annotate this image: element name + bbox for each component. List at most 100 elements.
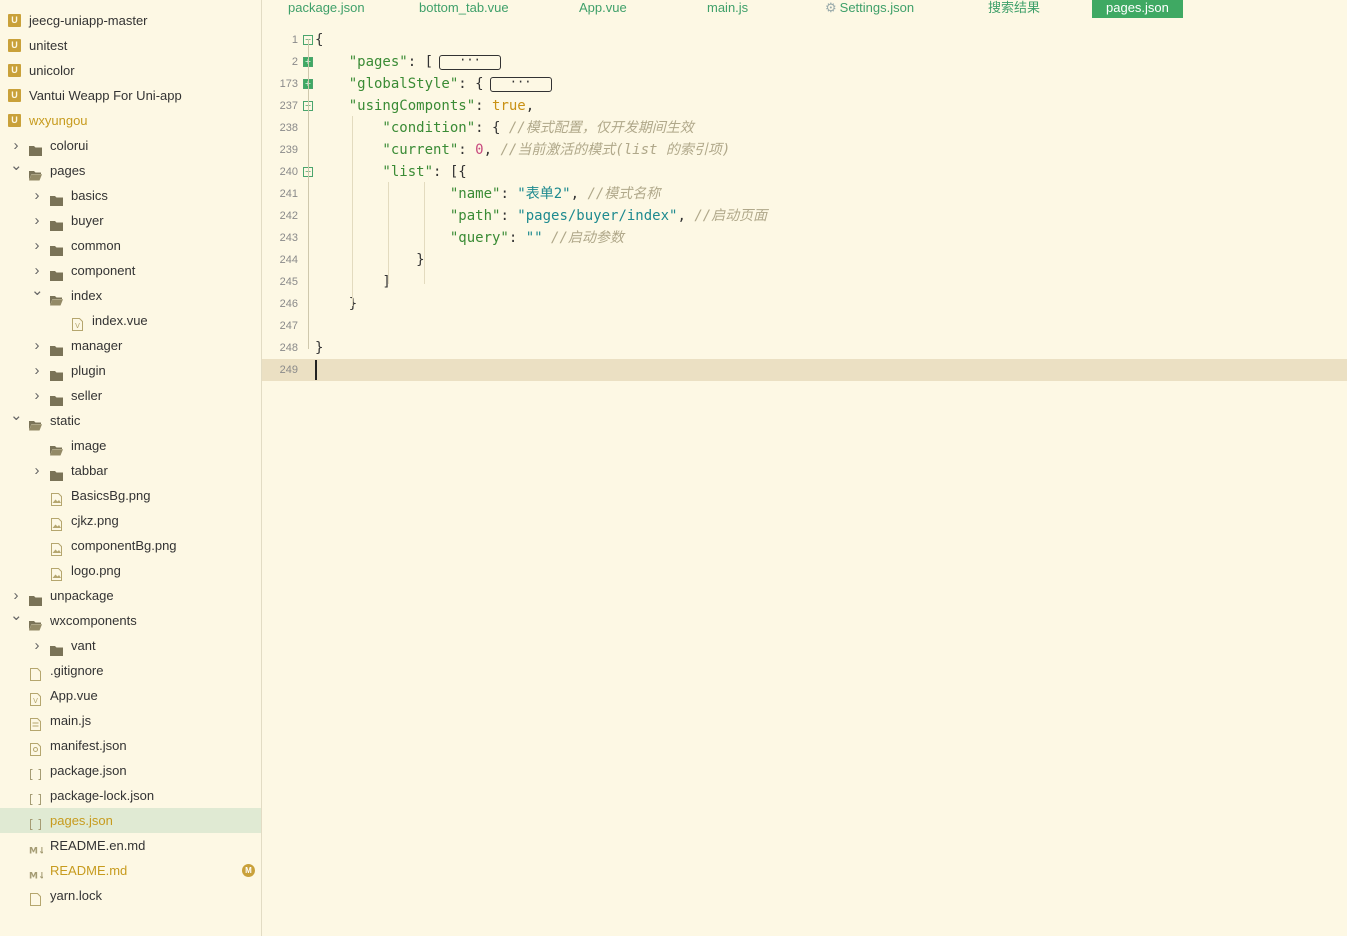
code-line[interactable]: 247 xyxy=(262,315,1347,337)
tree-item-manifest-json[interactable]: manifest.json xyxy=(0,733,261,758)
svg-text:V: V xyxy=(33,697,38,705)
tab-app-vue[interactable]: App.vue xyxy=(579,0,627,18)
tab-search-results[interactable]: 搜索结果 xyxy=(988,0,1040,18)
tree-item-unpackage[interactable]: › unpackage xyxy=(0,583,261,608)
tree-item-common[interactable]: › common xyxy=(0,233,261,258)
tree-item-componentbg-png[interactable]: componentBg.png xyxy=(0,533,261,558)
tree-item-gitignore[interactable]: .gitignore xyxy=(0,658,261,683)
tree-item-label: cjkz.png xyxy=(71,513,119,528)
chevron-right-icon[interactable]: › xyxy=(31,633,43,658)
code-line[interactable]: 173 + "globalStyle": {··· xyxy=(262,73,1347,95)
tree-item-vantui-weapp-for-uni-app[interactable]: U Vantui Weapp For Uni-app xyxy=(0,83,261,108)
tree-item-index-vue[interactable]: Vindex.vue xyxy=(0,308,261,333)
tree-item-logo-png[interactable]: logo.png xyxy=(0,558,261,583)
chevron-right-icon[interactable]: › xyxy=(31,458,43,483)
chevron-right-icon[interactable]: › xyxy=(31,258,43,283)
tree-item-label: main.js xyxy=(50,713,92,728)
tree-item-seller[interactable]: › seller xyxy=(0,383,261,408)
code-line[interactable]: 249 xyxy=(262,359,1347,381)
tree-item-cjkz-png[interactable]: cjkz.png xyxy=(0,508,261,533)
text-caret xyxy=(315,360,317,380)
code-token: : xyxy=(458,142,476,158)
tree-item-index[interactable]: ⌄ index xyxy=(0,283,261,308)
tree-item-label: manifest.json xyxy=(50,738,127,753)
code-token: , xyxy=(677,208,695,224)
chevron-right-icon[interactable]: › xyxy=(31,333,43,358)
chevron-right-icon[interactable]: › xyxy=(31,233,43,258)
collapsed-region-button[interactable]: ··· xyxy=(489,76,552,92)
tree-item-image[interactable]: image xyxy=(0,433,261,458)
code-line[interactable]: 238 "condition": { //模式配置，仅开发期间生效 xyxy=(262,117,1347,139)
chevron-right-icon[interactable]: › xyxy=(10,133,22,158)
code-editor[interactable]: 1−{2 + "pages": [··· 173 + "globalStyle": {… xyxy=(262,28,1347,936)
svg-text:M↓: M↓ xyxy=(29,847,43,857)
code-line[interactable]: 237− "usingComponts": true, xyxy=(262,95,1347,117)
tree-item-component[interactable]: › component xyxy=(0,258,261,283)
code-token: "usingComponts" xyxy=(315,98,476,114)
tree-item-unicolor[interactable]: Uunicolor xyxy=(0,58,261,83)
tree-item-pages-json[interactable]: pages.json xyxy=(0,808,261,833)
chevron-down-icon[interactable]: ⌄ xyxy=(31,283,44,308)
tree-item-basicsbg-png[interactable]: BasicsBg.png xyxy=(0,483,261,508)
tab-bottom-tab-vue[interactable]: bottom_tab.vue xyxy=(419,0,509,18)
code-line[interactable]: 246 } xyxy=(262,293,1347,315)
tree-item-wxyungou[interactable]: Uwxyungou xyxy=(0,108,261,133)
chevron-down-icon[interactable]: ⌄ xyxy=(10,408,23,433)
folder-open-icon xyxy=(50,289,63,306)
code-line[interactable]: 2 + "pages": [··· xyxy=(262,51,1347,73)
tree-item-label: wxcomponents xyxy=(50,613,137,628)
tree-item-jeecg-uniapp-master[interactable]: Ujeecg-uniapp-master xyxy=(0,8,261,33)
code-line[interactable]: 1−{ xyxy=(262,29,1347,51)
tree-item-tabbar[interactable]: › tabbar xyxy=(0,458,261,483)
tree-item-static[interactable]: ⌄ static xyxy=(0,408,261,433)
tab-label: Settings.json xyxy=(839,0,915,15)
line-number: 237 xyxy=(279,100,298,112)
tree-item-readme-en-md[interactable]: M↓ README.en.md xyxy=(0,833,261,858)
tree-item-unitest[interactable]: Uunitest xyxy=(0,33,261,58)
tree-item-app-vue[interactable]: V App.vue xyxy=(0,683,261,708)
tree-item-package-json[interactable]: package.json xyxy=(0,758,261,783)
line-number: 243 xyxy=(279,232,298,244)
folder-icon xyxy=(50,339,63,356)
tree-item-manager[interactable]: › manager xyxy=(0,333,261,358)
tree-item-plugin[interactable]: › plugin xyxy=(0,358,261,383)
tab-package-json[interactable]: package.json xyxy=(288,0,365,18)
chevron-right-icon[interactable]: › xyxy=(31,208,43,233)
tab-settings-json[interactable]: ⚙ Settings.json xyxy=(825,0,914,18)
chevron-right-icon[interactable]: › xyxy=(10,583,22,608)
code-token: } xyxy=(315,340,324,356)
chevron-down-icon[interactable]: ⌄ xyxy=(10,158,23,183)
chevron-right-icon[interactable]: › xyxy=(31,383,43,408)
tree-item-pages[interactable]: ⌄ pages xyxy=(0,158,261,183)
code-token: "表单2" xyxy=(517,186,571,202)
code-line[interactable]: 248} xyxy=(262,337,1347,359)
folder-open-icon xyxy=(50,439,63,456)
tree-item-wxcomponents[interactable]: ⌄ wxcomponents xyxy=(0,608,261,633)
line-number: 239 xyxy=(279,144,298,156)
tree-item-colorui[interactable]: › colorui xyxy=(0,133,261,158)
tree-item-label: logo.png xyxy=(71,563,121,578)
tab-pages-json[interactable]: pages.json xyxy=(1092,0,1183,18)
indent-guide xyxy=(424,182,425,284)
chevron-right-icon[interactable]: › xyxy=(31,183,43,208)
code-token: "list" xyxy=(315,164,434,180)
manifest-file-icon xyxy=(29,739,42,756)
tree-item-vant[interactable]: › vant xyxy=(0,633,261,658)
code-line[interactable]: 239 "current": 0, //当前激活的模式(list 的索引项) xyxy=(262,139,1347,161)
tree-item-label: index xyxy=(71,288,103,303)
tree-item-package-lock-json[interactable]: package-lock.json xyxy=(0,783,261,808)
tree-item-main-js[interactable]: main.js xyxy=(0,708,261,733)
tree-item-yarn-lock[interactable]: yarn.lock xyxy=(0,883,261,908)
tree-item-readme-md[interactable]: M↓ README.md M xyxy=(0,858,261,883)
code-token: //模式名称 xyxy=(587,186,661,202)
chevron-down-icon[interactable]: ⌄ xyxy=(10,608,23,633)
code-token: } xyxy=(315,252,425,268)
code-token: "name" xyxy=(315,186,501,202)
chevron-right-icon[interactable]: › xyxy=(31,358,43,383)
tree-item-buyer[interactable]: › buyer xyxy=(0,208,261,233)
tree-item-basics[interactable]: › basics xyxy=(0,183,261,208)
code-line[interactable]: 240− "list": [{ xyxy=(262,161,1347,183)
collapsed-region-button[interactable]: ··· xyxy=(439,54,502,70)
tab-main-js[interactable]: main.js xyxy=(707,0,748,18)
